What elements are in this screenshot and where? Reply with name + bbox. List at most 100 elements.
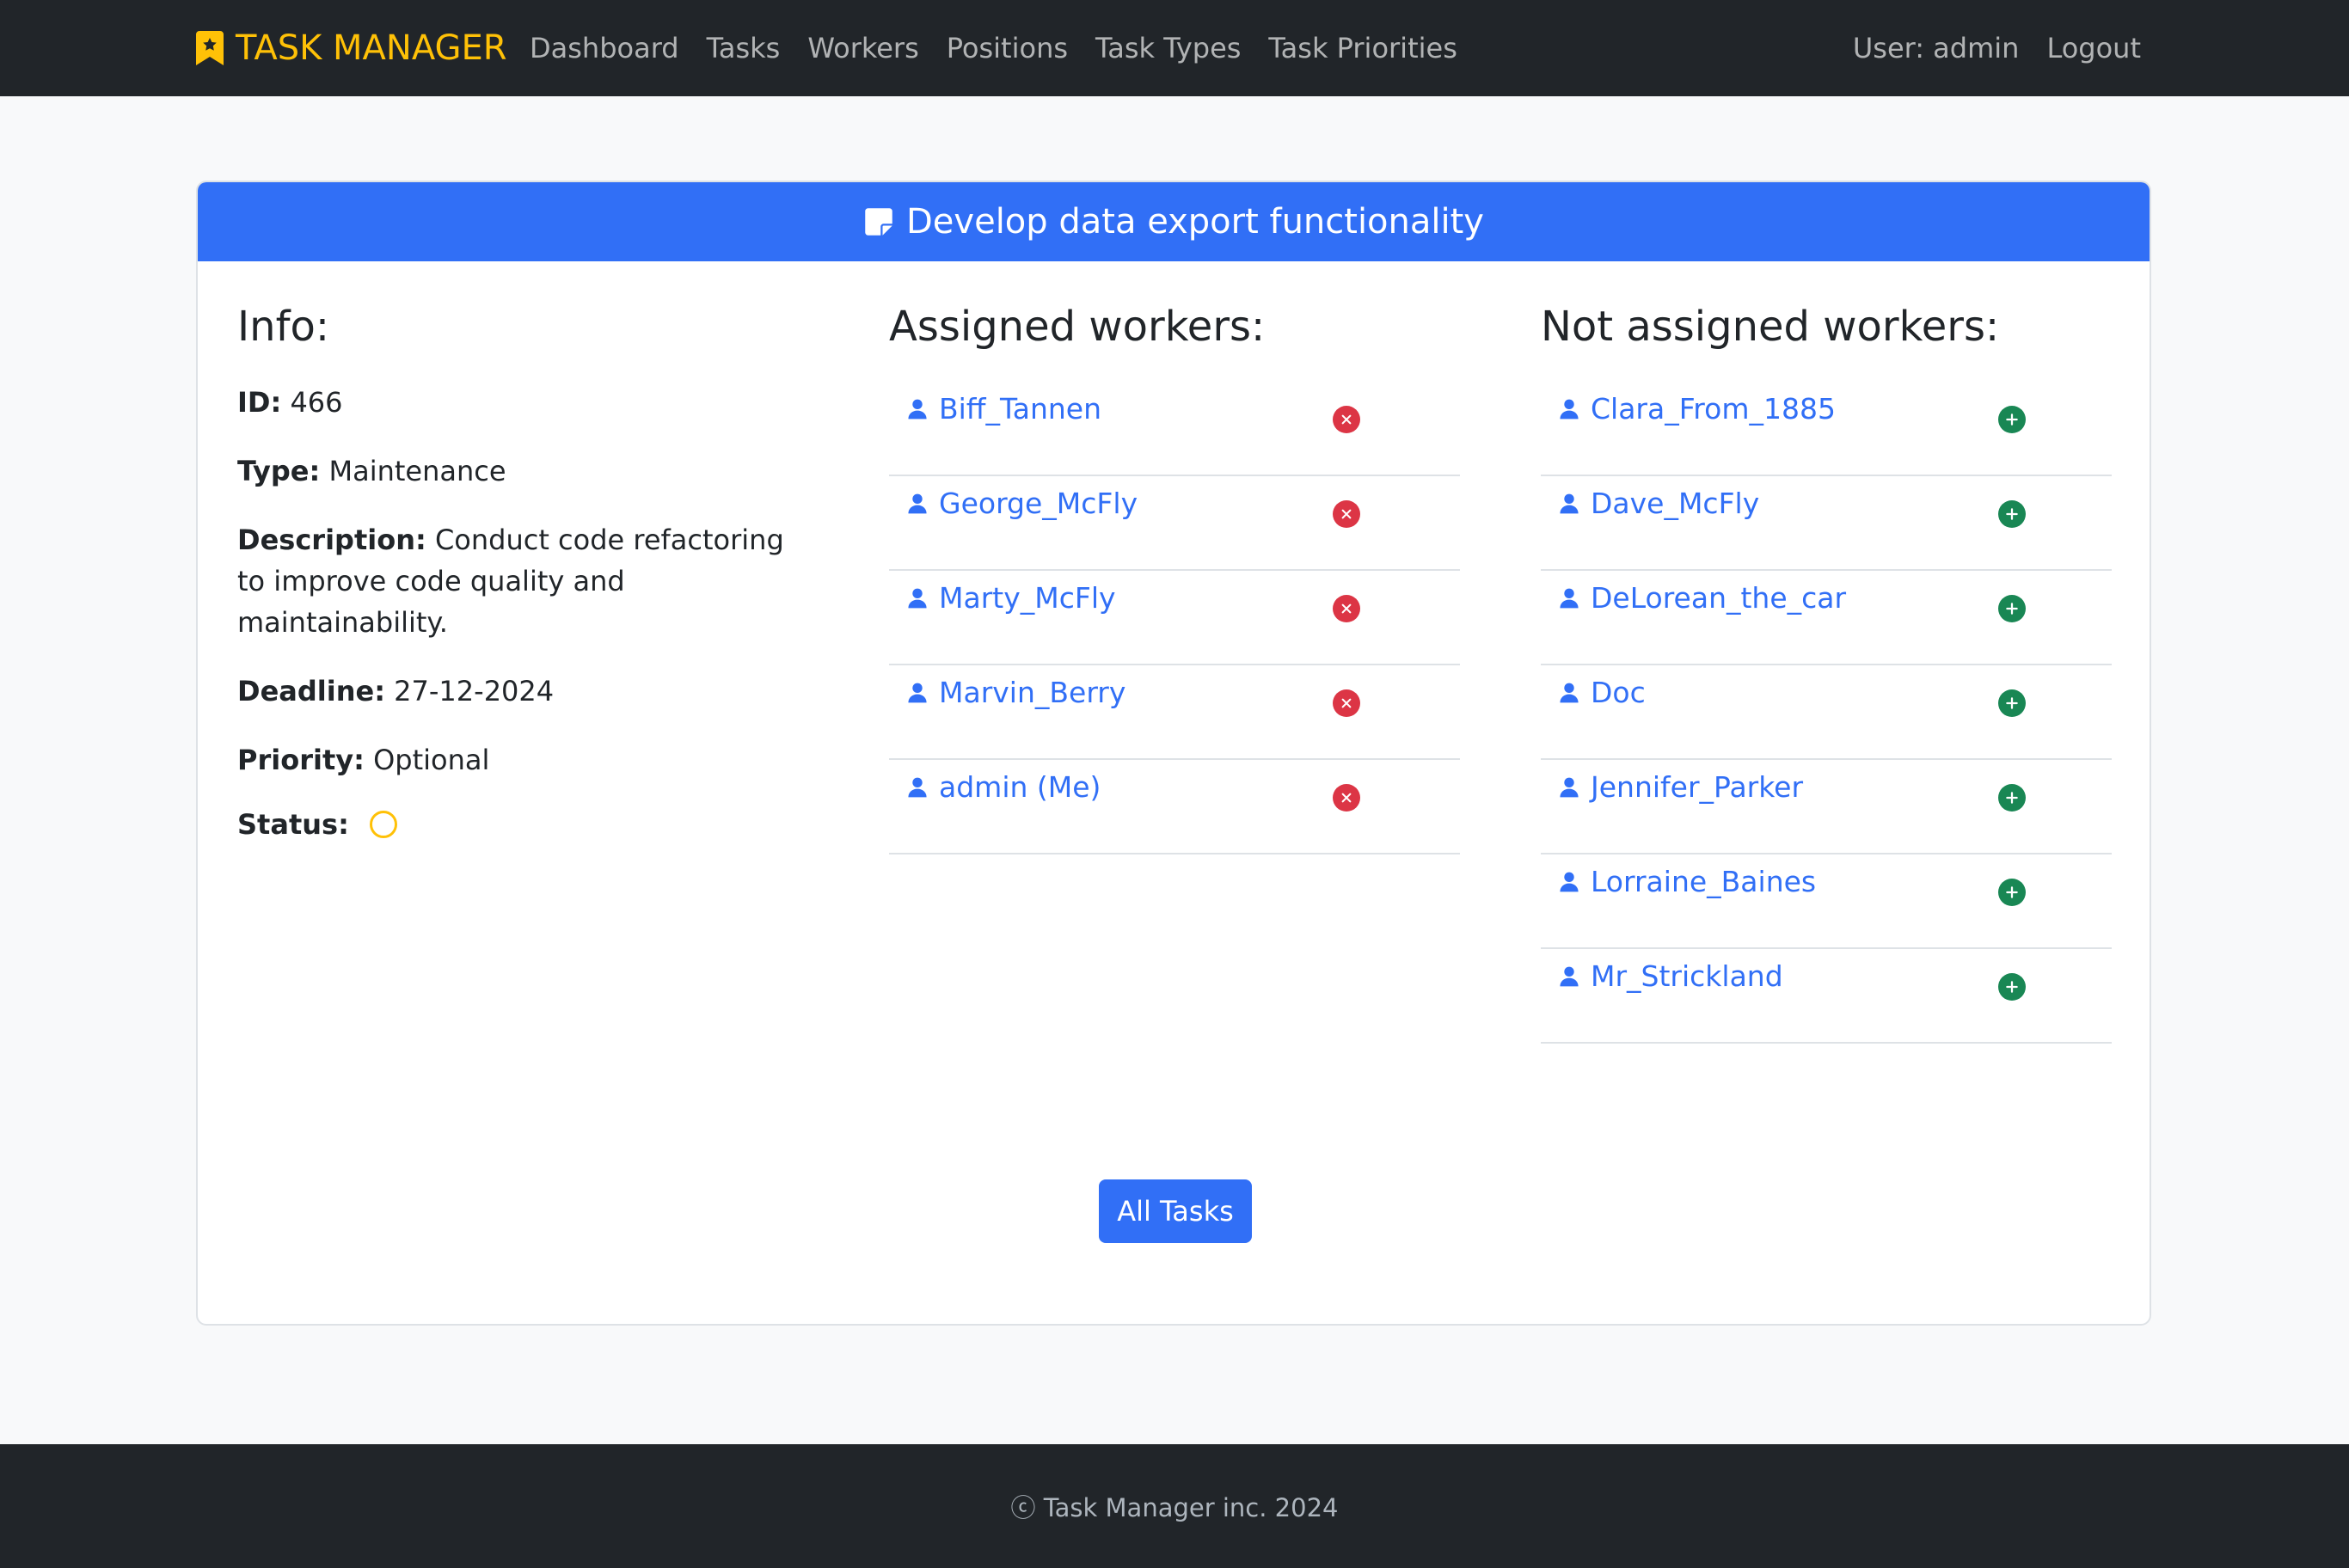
info-priority: Priority: Optional — [237, 739, 788, 781]
add-worker-button[interactable] — [1998, 973, 2026, 1001]
x-circle-icon — [1341, 793, 1352, 803]
remove-worker-button[interactable] — [1333, 784, 1360, 812]
worker-link[interactable]: Lorraine_Baines — [1558, 865, 1816, 898]
worker-name: Clara_From_1885 — [1591, 392, 1836, 426]
status-circle-icon — [369, 811, 397, 838]
plus-circle-icon — [2006, 603, 2018, 615]
info-description: Description: Conduct code refactoring to… — [237, 519, 788, 643]
nav-links: Dashboard Tasks Workers Positions Task T… — [530, 0, 1457, 96]
unassigned-worker-list: Clara_From_1885 Dave_McFly DeLorean_the_ca… — [1541, 382, 2112, 1044]
person-icon — [1560, 777, 1579, 797]
remove-worker-button[interactable] — [1333, 500, 1360, 528]
worker-link[interactable]: Marvin_Berry — [906, 676, 1125, 709]
worker-link[interactable]: DeLorean_the_car — [1558, 581, 1846, 615]
person-icon — [1560, 966, 1579, 986]
unassigned-worker-item: Lorraine_Baines — [1541, 854, 2112, 949]
worker-link[interactable]: Doc — [1558, 676, 1646, 709]
nav-tasks[interactable]: Tasks — [707, 32, 781, 64]
info-deadline: Deadline: 27-12-2024 — [237, 671, 788, 712]
navbar: TASK MANAGER Dashboard Tasks Workers Pos… — [0, 0, 2349, 96]
info-heading: Info: — [237, 303, 330, 351]
person-icon — [1560, 493, 1579, 513]
x-circle-icon — [1341, 509, 1352, 519]
remove-worker-button[interactable] — [1333, 689, 1360, 717]
info-id: ID: 466 — [237, 382, 788, 423]
unassigned-worker-item: DeLorean_the_car — [1541, 571, 2112, 665]
add-worker-button[interactable] — [1998, 595, 2026, 622]
unassigned-worker-item: Mr_Strickland — [1541, 949, 2112, 1044]
nav-dashboard[interactable]: Dashboard — [530, 32, 679, 64]
user-link[interactable]: User: admin — [1853, 32, 2020, 64]
plus-circle-icon — [2006, 413, 2018, 426]
nav-task-types[interactable]: Task Types — [1095, 32, 1241, 64]
card-header: Develop data export functionality — [198, 182, 2150, 261]
assigned-worker-item: admin (Me) — [889, 760, 1460, 854]
info-type: Type: Maintenance — [237, 450, 788, 492]
worker-name: George_McFly — [939, 487, 1138, 520]
type-value: Maintenance — [328, 455, 506, 487]
worker-name: Biff_Tannen — [939, 392, 1102, 426]
nav-user-area: User: admin Logout — [1853, 0, 2141, 96]
sticky-note-icon — [865, 208, 892, 236]
worker-name: Mr_Strickland — [1591, 959, 1783, 993]
deadline-value: 27-12-2024 — [394, 675, 555, 707]
x-circle-icon — [1341, 698, 1352, 708]
logout-link[interactable]: Logout — [2046, 32, 2141, 64]
worker-name: DeLorean_the_car — [1591, 581, 1847, 615]
id-label: ID: — [237, 386, 282, 419]
unassigned-worker-item: Clara_From_1885 — [1541, 382, 2112, 476]
description-label: Description: — [237, 524, 426, 556]
brand-link[interactable]: TASK MANAGER — [196, 0, 507, 96]
worker-name: Marty_McFly — [939, 581, 1116, 615]
worker-link[interactable]: Biff_Tannen — [906, 392, 1101, 426]
remove-worker-button[interactable] — [1333, 406, 1360, 433]
assigned-worker-item: Marty_McFly — [889, 571, 1460, 665]
type-label: Type: — [237, 455, 321, 487]
assigned-worker-item: George_McFly — [889, 476, 1460, 571]
person-icon — [1560, 872, 1579, 891]
footer-text: ⓒ Task Manager inc. 2024 — [1010, 1493, 1339, 1522]
assigned-worker-item: Marvin_Berry — [889, 665, 1460, 760]
remove-worker-button[interactable] — [1333, 595, 1360, 622]
nav-workers[interactable]: Workers — [807, 32, 918, 64]
person-icon — [1560, 683, 1579, 702]
brand-label: TASK MANAGER — [236, 28, 507, 68]
worker-link[interactable]: Clara_From_1885 — [1558, 392, 1836, 426]
unassigned-column: Not assigned workers: Clara_From_1885 Dav… — [1541, 303, 2112, 1044]
info-column: Info: ID: 466 Type: Maintenance Descript… — [237, 303, 788, 841]
add-worker-button[interactable] — [1998, 406, 2026, 433]
worker-name: Marvin_Berry — [939, 676, 1126, 709]
assigned-column: Assigned workers: Biff_Tannen George_McFl… — [889, 303, 1460, 854]
worker-name: Doc — [1591, 676, 1646, 709]
unassigned-worker-item: Dave_McFly — [1541, 476, 2112, 571]
nav-task-priorities[interactable]: Task Priorities — [1268, 32, 1457, 64]
worker-name: Jennifer_Parker — [1591, 770, 1804, 804]
worker-link[interactable]: Mr_Strickland — [1558, 959, 1783, 993]
add-worker-button[interactable] — [1998, 500, 2026, 528]
worker-name: admin (Me) — [939, 770, 1101, 804]
worker-link[interactable]: George_McFly — [906, 487, 1138, 520]
assigned-worker-list: Biff_Tannen George_McFly Marty_McFly Marvin… — [889, 382, 1460, 854]
all-tasks-button[interactable]: All Tasks — [1099, 1179, 1252, 1243]
unassigned-heading: Not assigned workers: — [1541, 303, 2000, 351]
deadline-label: Deadline: — [237, 675, 385, 707]
person-icon — [908, 588, 927, 608]
plus-circle-icon — [2006, 697, 2018, 709]
worker-link[interactable]: Jennifer_Parker — [1558, 770, 1803, 804]
add-worker-button[interactable] — [1998, 784, 2026, 812]
plus-circle-icon — [2006, 508, 2018, 520]
person-icon — [908, 493, 927, 513]
plus-circle-icon — [2006, 981, 2018, 993]
worker-link[interactable]: admin (Me) — [906, 770, 1101, 804]
person-icon — [1560, 399, 1579, 419]
add-worker-button[interactable] — [1998, 689, 2026, 717]
unassigned-worker-item: Jennifer_Parker — [1541, 760, 2112, 854]
add-worker-button[interactable] — [1998, 879, 2026, 906]
worker-link[interactable]: Marty_McFly — [906, 581, 1116, 615]
unassigned-worker-item: Doc — [1541, 665, 2112, 760]
person-icon — [908, 777, 927, 797]
assigned-worker-item: Biff_Tannen — [889, 382, 1460, 476]
worker-link[interactable]: Dave_McFly — [1558, 487, 1759, 520]
nav-positions[interactable]: Positions — [947, 32, 1068, 64]
x-circle-icon — [1341, 414, 1352, 425]
